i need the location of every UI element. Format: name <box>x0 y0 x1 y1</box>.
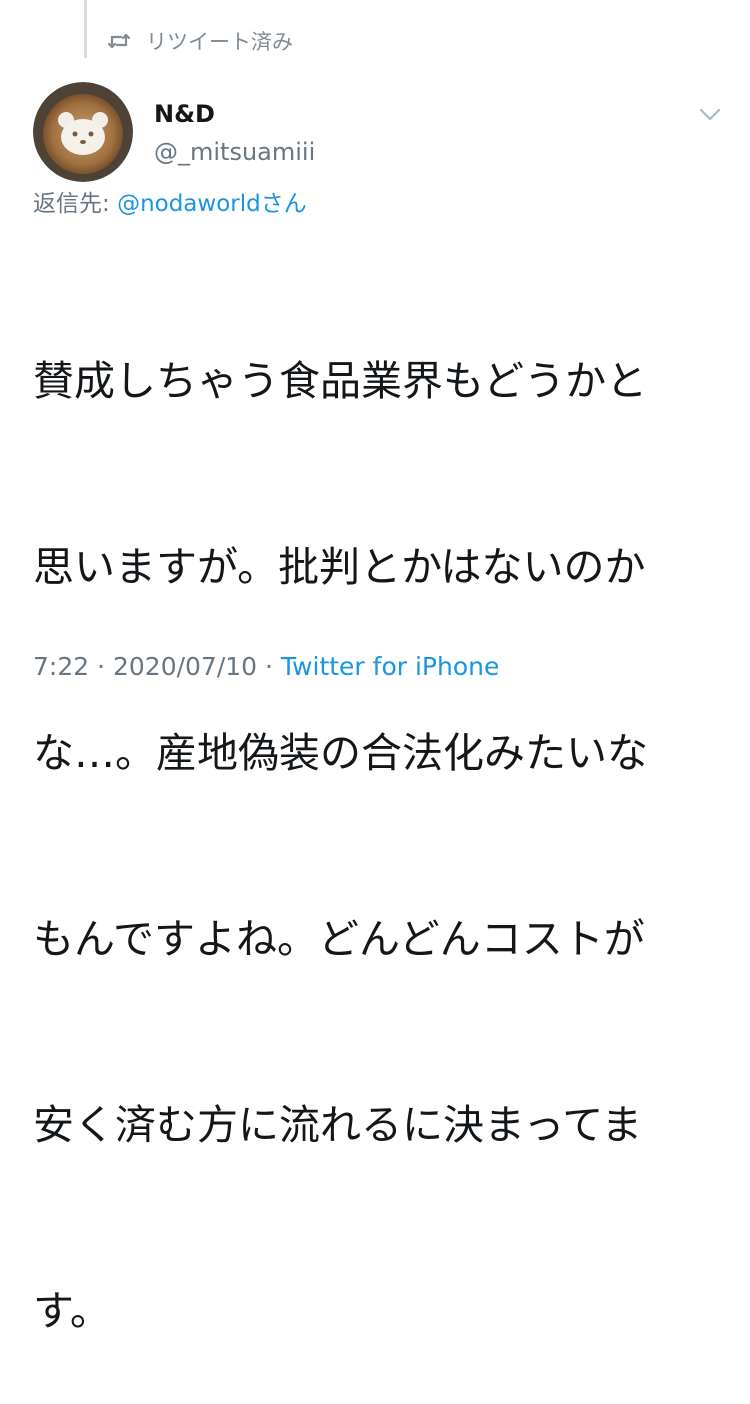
bear-latte-art-avatar <box>33 82 133 182</box>
retweeted-label: リツイート済み <box>146 30 293 54</box>
user-display-name[interactable]: N&D <box>154 100 215 128</box>
tweet-text-line: す。 <box>33 1287 111 1335</box>
reply-mention-link[interactable]: @nodaworldさん <box>117 191 307 217</box>
tweet-text-line: 思いますが。批判とかはないのか <box>33 543 646 591</box>
tweet-source-link[interactable]: Twitter for iPhone <box>281 652 499 681</box>
tweet-menu-button[interactable] <box>696 102 724 126</box>
tweet-metadata: 7:22 · 2020/07/10 · Twitter for iPhone <box>33 652 499 681</box>
chevron-down-icon <box>699 108 721 121</box>
tweet-text-line: な…。産地偽装の合法化みたいな <box>33 729 648 777</box>
tweet-text-line: 賛成しちゃう食品業界もどうかと <box>33 357 648 405</box>
reply-to-line: 返信先: @nodaworldさん <box>33 184 307 218</box>
meta-separator: · <box>89 652 113 681</box>
reply-mention-handle[interactable]: @nodaworld <box>117 191 261 217</box>
tweet-text-line: 安く済む方に流れるに決まってま <box>33 1101 643 1149</box>
retweeted-indicator: リツイート済み <box>108 26 293 56</box>
thread-connector-line <box>84 0 87 58</box>
tweet-text: 賛成しちゃう食品業界もどうかと 思いますが。批判とかはないのか な…。産地偽装の… <box>33 226 723 1404</box>
tweet-time: 7:22 <box>33 652 90 681</box>
retweet-icon <box>108 33 130 49</box>
reply-mention-suffix[interactable]: さん <box>261 191 307 217</box>
reply-to-prefix: 返信先: <box>33 191 110 217</box>
tweet-date: 2020/07/10 <box>112 652 258 681</box>
avatar[interactable] <box>33 82 133 182</box>
user-handle[interactable]: @_mitsuamiii <box>154 138 315 166</box>
meta-separator: · <box>257 652 281 681</box>
tweet-text-line: もんですよね。どんどんコストが <box>33 915 645 963</box>
